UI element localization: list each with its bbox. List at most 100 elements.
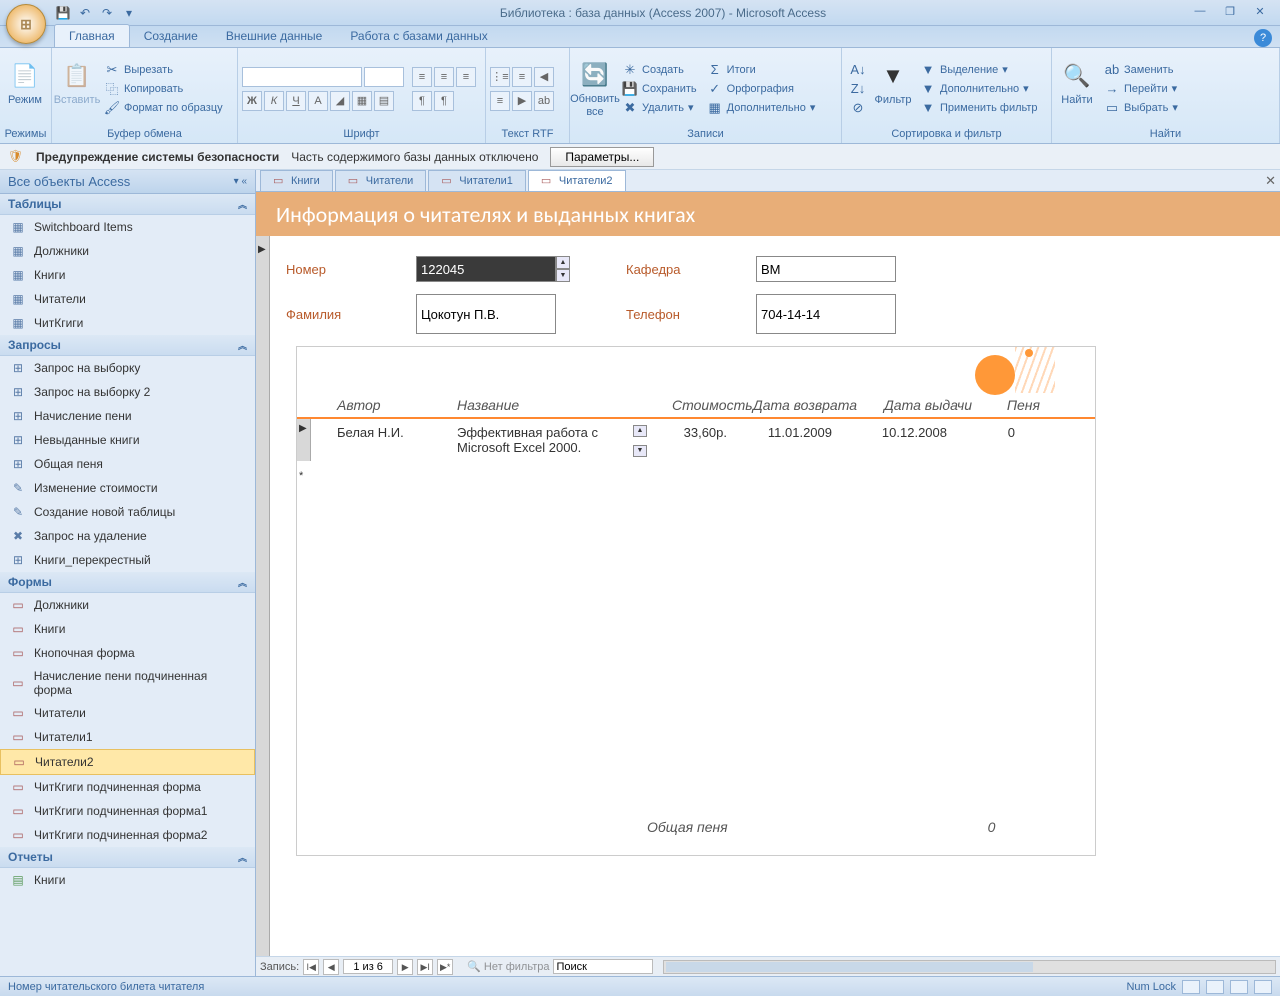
- nav-form-item[interactable]: ▭ЧитКгиги подчиненная форма: [0, 775, 255, 799]
- underline-button[interactable]: Ч: [286, 91, 306, 111]
- save-record-button[interactable]: 💾Сохранить: [618, 80, 701, 98]
- nav-form-item[interactable]: ▭ЧитКгиги подчиненная форма2: [0, 823, 255, 847]
- new-record-button[interactable]: ✳Создать: [618, 61, 701, 79]
- indent-dec-button[interactable]: ◀: [534, 67, 554, 87]
- align-center-button[interactable]: ≡: [434, 67, 454, 87]
- nav-query-item[interactable]: ✎Изменение стоимости: [0, 476, 255, 500]
- sort-asc-button[interactable]: A↓: [846, 61, 870, 79]
- highlight-button[interactable]: ab: [534, 91, 554, 111]
- nav-table-item[interactable]: ▦ЧитКгиги: [0, 311, 255, 335]
- toggle-filter-button[interactable]: ▼Применить фильтр: [916, 99, 1042, 117]
- refresh-button[interactable]: 🔄 Обновить все: [574, 57, 616, 119]
- nav-form-item[interactable]: ▭Читатели1: [0, 725, 255, 749]
- spelling-button[interactable]: ✓Орфография: [703, 80, 820, 98]
- bold-button[interactable]: Ж: [242, 91, 262, 111]
- delete-record-button[interactable]: ✖Удалить ▾: [618, 99, 701, 117]
- ltr-button[interactable]: ¶: [412, 91, 432, 111]
- font-family-select[interactable]: [242, 67, 362, 87]
- nav-query-item[interactable]: ⊞Запрос на выборку: [0, 356, 255, 380]
- doc-tab[interactable]: ▭Читатели: [335, 170, 427, 191]
- font-color-button[interactable]: A: [308, 91, 328, 111]
- redo-icon[interactable]: ↷: [98, 4, 116, 22]
- tab-home[interactable]: Главная: [54, 24, 130, 47]
- tab-create[interactable]: Создание: [130, 25, 212, 47]
- align-left-button[interactable]: ≡: [412, 67, 432, 87]
- design-view-button[interactable]: [1254, 980, 1272, 994]
- tab-database[interactable]: Работа с базами данных: [336, 25, 501, 47]
- layout-view-button[interactable]: [1230, 980, 1248, 994]
- numbering-button[interactable]: ≡: [512, 67, 532, 87]
- nav-query-item[interactable]: ⊞Начисление пени: [0, 404, 255, 428]
- nav-form-item[interactable]: ▭ЧитКгиги подчиненная форма1: [0, 799, 255, 823]
- minimize-button[interactable]: —: [1188, 5, 1212, 21]
- restore-button[interactable]: ❐: [1218, 5, 1242, 21]
- nav-query-item[interactable]: ⊞Общая пеня: [0, 452, 255, 476]
- spin-up-icon[interactable]: ▲: [556, 256, 570, 269]
- last-record-button[interactable]: ▶I: [417, 959, 433, 975]
- cell-issue[interactable]: 10.12.2008: [832, 425, 947, 440]
- nav-form-item[interactable]: ▭Книги: [0, 617, 255, 641]
- prev-record-button[interactable]: ◀: [323, 959, 339, 975]
- security-options-button[interactable]: Параметры...: [550, 147, 654, 167]
- nav-form-item[interactable]: ▭Должники: [0, 593, 255, 617]
- nav-query-item[interactable]: ⊞Запрос на выборку 2: [0, 380, 255, 404]
- doc-tab-active[interactable]: ▭Читатели2: [528, 170, 626, 191]
- nav-table-item[interactable]: ▦Должники: [0, 239, 255, 263]
- undo-icon[interactable]: ↶: [76, 4, 94, 22]
- spin-down-icon[interactable]: ▼: [633, 445, 647, 457]
- nav-table-item[interactable]: ▦Читатели: [0, 287, 255, 311]
- nav-form-item-selected[interactable]: ▭Читатели2: [0, 749, 255, 775]
- copy-button[interactable]: ⿻Копировать: [100, 80, 227, 98]
- paste-button[interactable]: 📋 Вставить: [56, 58, 98, 120]
- nav-section-tables[interactable]: Таблицы︽: [0, 194, 255, 215]
- cell-fine[interactable]: 0: [947, 425, 1027, 440]
- office-button[interactable]: ⊞: [6, 4, 46, 44]
- nav-section-reports[interactable]: Отчеты︽: [0, 847, 255, 868]
- first-record-button[interactable]: I◀: [303, 959, 319, 975]
- search-input[interactable]: [553, 959, 653, 974]
- subform-row[interactable]: Белая Н.И. Эффективная работа с Microsof…: [297, 419, 1095, 461]
- cell-return[interactable]: 11.01.2009: [727, 425, 832, 440]
- alt-color-button[interactable]: ▤: [374, 91, 394, 111]
- cell-cost[interactable]: 33,60р.: [647, 425, 727, 440]
- nav-query-item[interactable]: ✖Запрос на удаление: [0, 524, 255, 548]
- help-button[interactable]: ?: [1254, 29, 1272, 47]
- nav-section-forms[interactable]: Формы︽: [0, 572, 255, 593]
- text-dir-button[interactable]: ≡: [490, 91, 510, 111]
- clear-sort-button[interactable]: ⊘: [846, 99, 870, 117]
- font-size-select[interactable]: [364, 67, 404, 87]
- close-button[interactable]: ✕: [1248, 5, 1272, 21]
- indent-inc-button[interactable]: ▶: [512, 91, 532, 111]
- nav-query-item[interactable]: ⊞Книги_перекрестный: [0, 548, 255, 572]
- field-nomer[interactable]: [416, 256, 556, 282]
- rtl-button[interactable]: ¶: [434, 91, 454, 111]
- nav-form-item[interactable]: ▭Кнопочная форма: [0, 641, 255, 665]
- more-button[interactable]: ▦Дополнительно ▾: [703, 99, 820, 117]
- nav-query-item[interactable]: ✎Создание новой таблицы: [0, 500, 255, 524]
- advanced-filter-button[interactable]: ▼Дополнительно ▾: [916, 80, 1042, 98]
- spin-up-icon[interactable]: ▲: [633, 425, 647, 437]
- cut-button[interactable]: ✂Вырезать: [100, 61, 227, 79]
- nav-form-item[interactable]: ▭Читатели: [0, 701, 255, 725]
- spinner-nomer[interactable]: ▲▼: [556, 256, 570, 282]
- close-tab-button[interactable]: ✕: [1265, 173, 1276, 189]
- cell-title[interactable]: Эффективная работа с Microsoft Excel 200…: [457, 425, 647, 455]
- horizontal-scrollbar[interactable]: [663, 960, 1276, 974]
- save-icon[interactable]: 💾: [54, 4, 72, 22]
- subform-record-selector[interactable]: ▶ *: [297, 419, 311, 461]
- format-painter-button[interactable]: 🖌Формат по образцу: [100, 99, 227, 117]
- view-button[interactable]: 📄 Режим: [4, 58, 46, 120]
- cell-author[interactable]: Белая Н.И.: [337, 425, 457, 440]
- field-familia[interactable]: [416, 294, 556, 334]
- bullets-button[interactable]: ⋮≡: [490, 67, 510, 87]
- nav-report-item[interactable]: ▤Книги: [0, 868, 255, 892]
- form-view-button[interactable]: [1182, 980, 1200, 994]
- nav-table-item[interactable]: ▦Switchboard Items: [0, 215, 255, 239]
- filter-button[interactable]: ▼ Фильтр: [872, 58, 914, 120]
- new-record-button-nav[interactable]: ▶*: [437, 959, 453, 975]
- selection-filter-button[interactable]: ▼Выделение ▾: [916, 61, 1042, 79]
- goto-button[interactable]: →Перейти ▾: [1100, 80, 1182, 98]
- field-telefon[interactable]: [756, 294, 896, 334]
- nav-table-item[interactable]: ▦Книги: [0, 263, 255, 287]
- gridlines-button[interactable]: ▦: [352, 91, 372, 111]
